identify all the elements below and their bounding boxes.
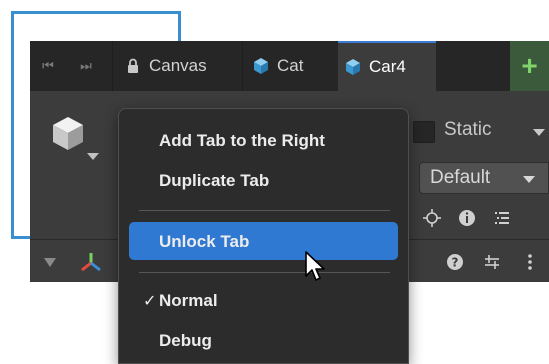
cube-icon [254, 58, 268, 74]
presets-icon[interactable] [482, 252, 502, 272]
tab-bar: ⏮ ⏭ Canvas Cat Car4 + [30, 41, 549, 91]
checkmark-icon: ✓ [143, 293, 157, 310]
more-options-icon[interactable] [520, 252, 540, 272]
info-icon[interactable] [457, 208, 477, 228]
game-object-icon[interactable] [48, 113, 88, 153]
menu-item-normal[interactable]: Normal [159, 291, 218, 311]
next-tab-icon[interactable]: ⏭ [76, 56, 96, 76]
icon-dropdown-caret-icon[interactable] [87, 153, 99, 160]
connector-line-top [11, 11, 181, 14]
target-icon[interactable] [422, 208, 442, 228]
tab-label: Cat [277, 56, 304, 75]
menu-item-debug[interactable]: Debug [159, 331, 212, 351]
tab-context-menu: Add Tab to the Right Duplicate Tab Unloc… [118, 108, 409, 364]
menu-item-unlock-tab[interactable]: Unlock Tab [159, 232, 249, 252]
tab-separator [112, 41, 113, 91]
menu-separator [139, 272, 390, 273]
tab-canvas[interactable]: Canvas [124, 41, 240, 91]
layer-dropdown-value: Default [430, 167, 491, 188]
tab-label: Car4 [369, 57, 406, 76]
help-icon[interactable]: ? [445, 252, 465, 272]
foldout-arrow-icon[interactable] [44, 258, 56, 268]
layer-dropdown[interactable]: Default [419, 162, 549, 194]
static-checkbox[interactable] [413, 121, 435, 143]
mouse-pointer-icon [305, 251, 325, 281]
list-icon[interactable] [492, 208, 512, 228]
add-tab-button[interactable]: + [510, 41, 549, 91]
chevron-down-icon [523, 176, 535, 183]
static-dropdown-arrow-icon[interactable] [533, 129, 545, 136]
tab-cat[interactable]: Cat [252, 41, 340, 91]
lock-icon [128, 58, 138, 73]
menu-item-add-tab-right[interactable]: Add Tab to the Right [159, 131, 325, 151]
transform-icon [81, 253, 101, 272]
static-label: Static [444, 119, 492, 140]
tab-car4[interactable]: Car4 [338, 41, 436, 91]
connector-line-right [178, 11, 181, 41]
svg-text:?: ? [452, 256, 459, 270]
previous-tab-icon[interactable]: ⏮ [38, 56, 58, 76]
tab-label: Canvas [149, 56, 207, 75]
cube-icon [346, 59, 360, 75]
tab-separator [242, 41, 243, 91]
menu-item-duplicate-tab[interactable]: Duplicate Tab [159, 171, 269, 191]
menu-separator [139, 210, 390, 211]
connector-line-left [11, 11, 14, 239]
